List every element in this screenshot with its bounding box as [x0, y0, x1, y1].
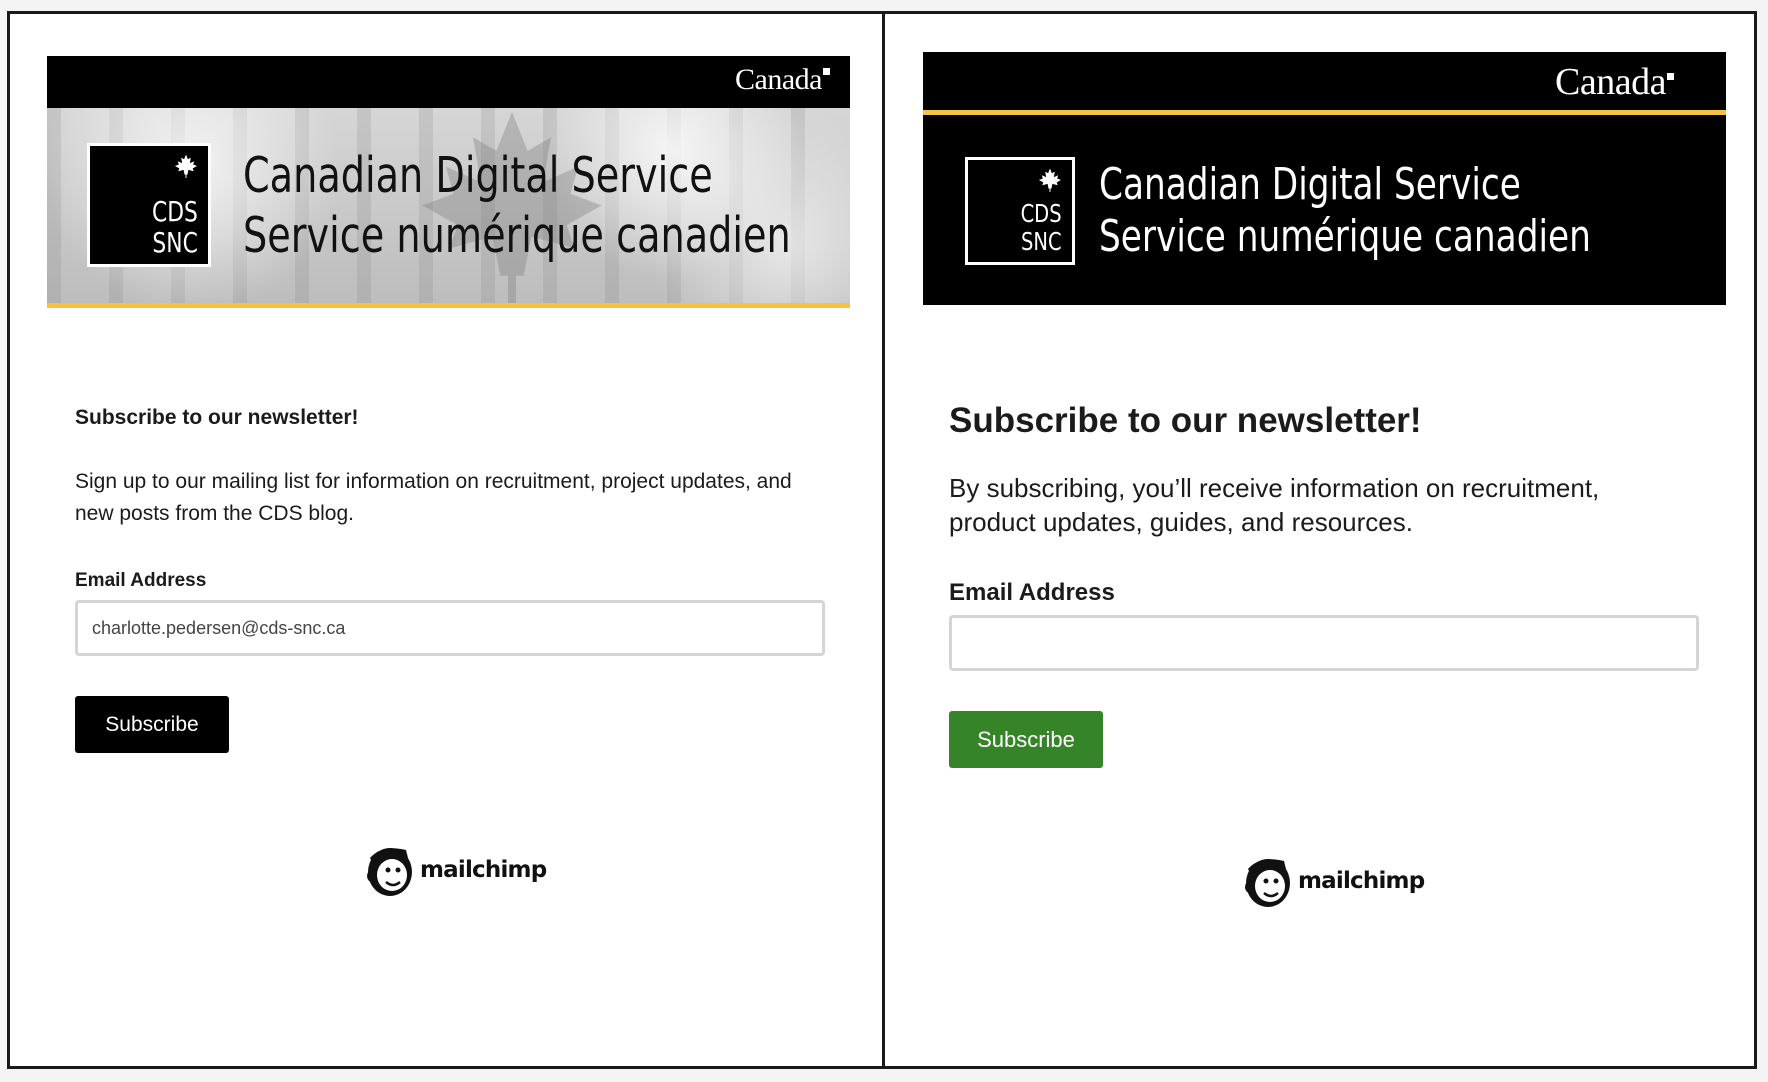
- panel-current: Canada CDS SNC Canadian Digital Service …: [10, 14, 882, 1066]
- form-description: Sign up to our mailing list for informat…: [75, 470, 792, 525]
- banner-title-en: Canadian Digital Service: [1099, 159, 1521, 210]
- mailchimp-wordmark: mailchimp: [1298, 868, 1425, 894]
- banner-title-fr: Service numérique canadien: [243, 207, 791, 264]
- email-field[interactable]: [949, 615, 1699, 671]
- maple-leaf-icon: [174, 154, 198, 178]
- header-banner: Canada CDS SNC Canadian Digital Service …: [47, 56, 850, 309]
- cds-logo: CDS SNC: [87, 143, 211, 267]
- email-label: Email Address: [949, 579, 1115, 606]
- government-bar: Canada: [47, 56, 850, 108]
- gold-accent-line: [47, 303, 850, 308]
- maple-leaf-icon: [1038, 168, 1062, 192]
- banner-title-fr: Service numérique canadien: [1099, 211, 1591, 262]
- form-heading: Subscribe to our newsletter!: [75, 406, 359, 429]
- logo-line-snc: SNC: [152, 226, 198, 259]
- signup-form: Subscribe to our newsletter! By subscrib…: [949, 401, 1699, 768]
- signup-form: Subscribe to our newsletter! Sign up to …: [75, 406, 825, 753]
- mailchimp-logo[interactable]: mailchimp: [1240, 853, 1425, 909]
- panel-proposed: Canada CDS SNC Canadian Digital Service …: [885, 14, 1755, 1066]
- form-description: By subscribing, you’ll receive informati…: [949, 473, 1600, 537]
- logo-line-cds: CDS: [1020, 199, 1062, 228]
- banner-title-en: Canadian Digital Service: [243, 147, 713, 204]
- gold-accent-line: [923, 110, 1726, 115]
- canada-wordmark: Canada: [735, 63, 830, 97]
- government-bar: Canada: [923, 52, 1726, 104]
- email-label: Email Address: [75, 570, 207, 591]
- mailchimp-wordmark: mailchimp: [420, 857, 547, 883]
- cds-logo: CDS SNC: [965, 157, 1075, 265]
- comparison-frame: Canada CDS SNC Canadian Digital Service …: [7, 11, 1757, 1069]
- subscribe-button[interactable]: Subscribe: [75, 696, 229, 753]
- banner-title: Canadian Digital Service Service numériq…: [1099, 159, 1591, 263]
- flag-icon: [1667, 73, 1674, 80]
- banner-title: Canadian Digital Service Service numériq…: [243, 146, 791, 266]
- canada-wordmark: Canada: [1555, 60, 1674, 104]
- mailchimp-freddie-icon: [1245, 859, 1290, 907]
- logo-line-snc: SNC: [1021, 227, 1062, 256]
- subscribe-button[interactable]: Subscribe: [949, 711, 1103, 768]
- flag-icon: [823, 68, 830, 75]
- logo-line-cds: CDS: [152, 195, 198, 228]
- mailchimp-logo[interactable]: mailchimp: [362, 842, 547, 898]
- form-heading: Subscribe to our newsletter!: [949, 401, 1422, 440]
- mailchimp-freddie-icon: [367, 848, 412, 896]
- email-field[interactable]: [75, 600, 825, 656]
- header-banner: Canada CDS SNC Canadian Digital Service …: [923, 52, 1726, 305]
